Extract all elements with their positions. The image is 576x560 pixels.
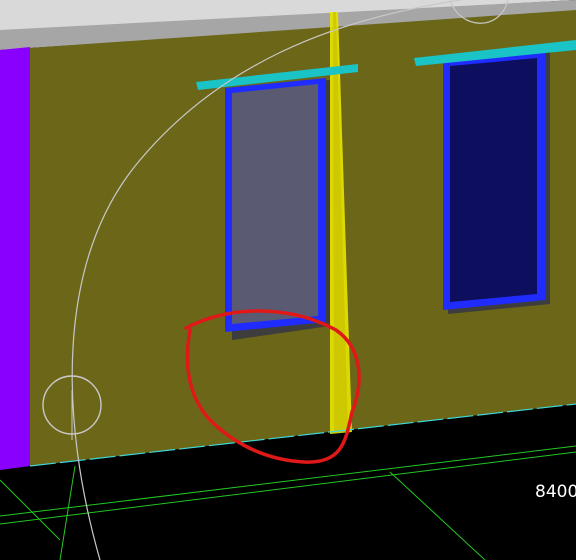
- dimension-label: 8400: [535, 482, 576, 502]
- wall-corner-edge[interactable]: [0, 47, 30, 470]
- 3d-viewport[interactable]: 8400: [0, 0, 576, 560]
- window-right-glass[interactable]: [450, 58, 537, 302]
- viewport-canvas[interactable]: 8400: [0, 0, 576, 560]
- window-left-glass[interactable]: [232, 84, 318, 324]
